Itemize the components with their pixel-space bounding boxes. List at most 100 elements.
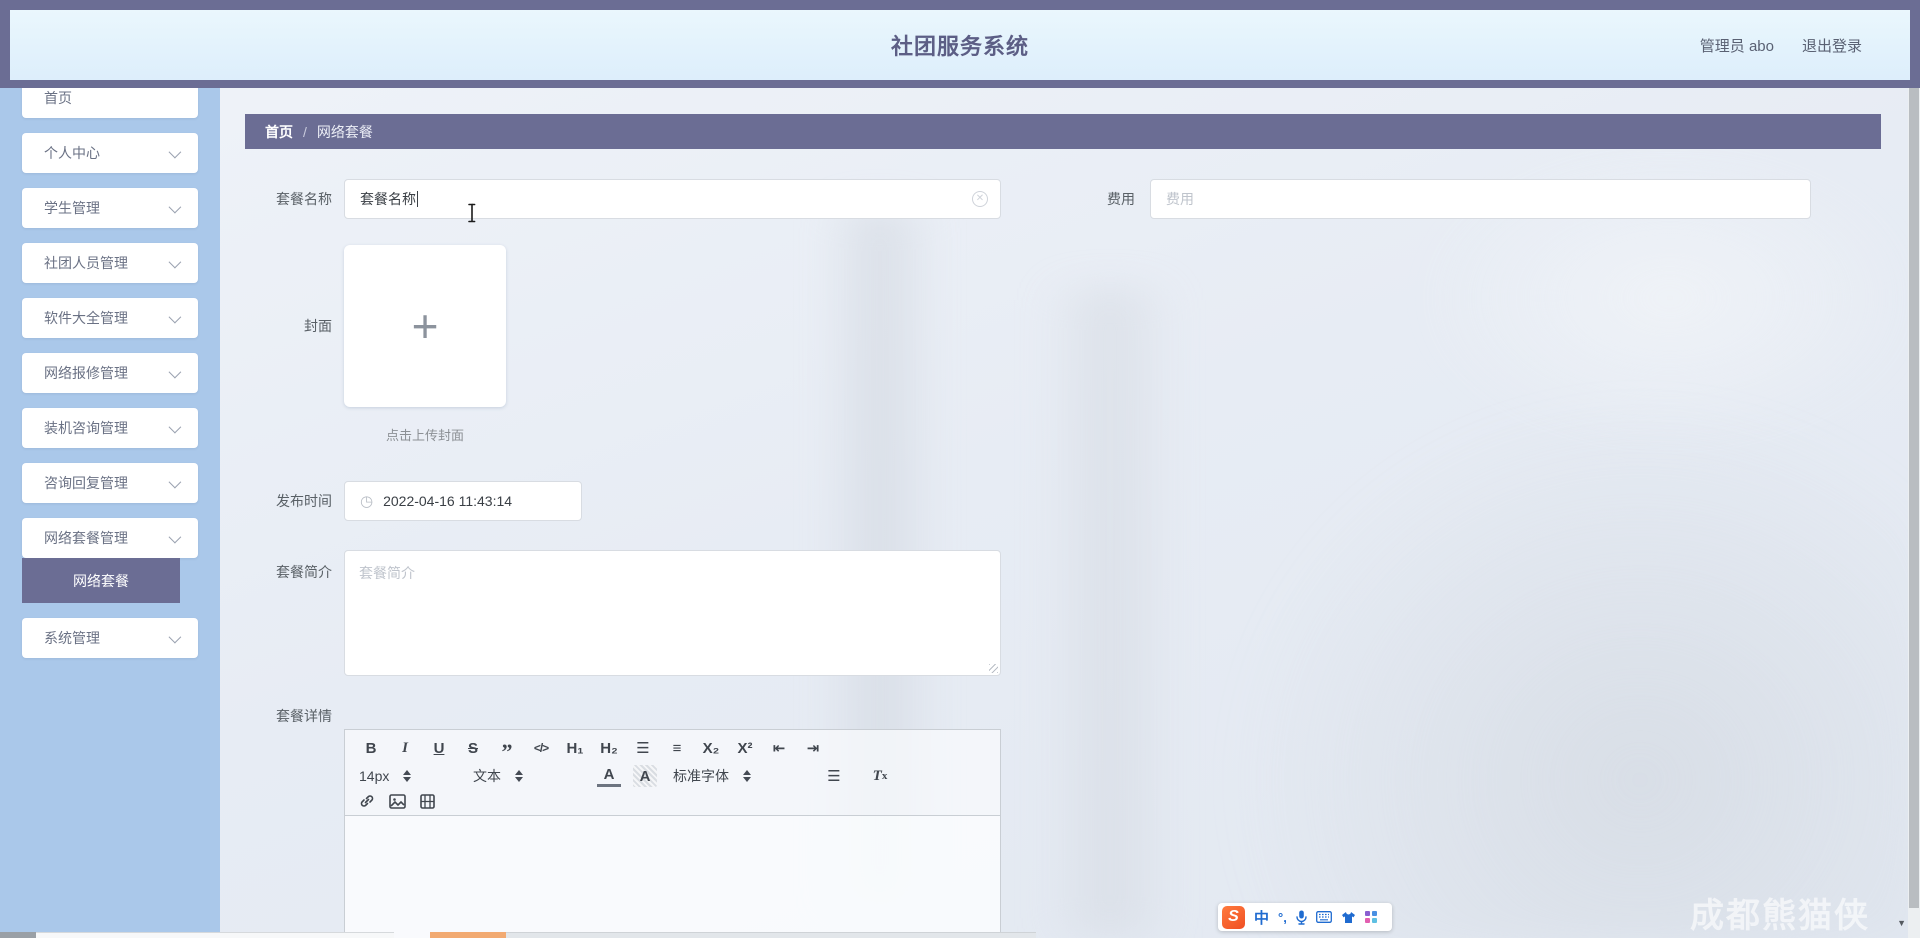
ordered-list-button[interactable]: ☰ xyxy=(631,737,655,759)
skin-icon[interactable] xyxy=(1341,911,1356,924)
ime-lang-icon[interactable]: 中 xyxy=(1254,907,1269,928)
sidebar-item-system-mgmt[interactable]: 系统管理 xyxy=(22,618,198,658)
clear-format-t: T xyxy=(872,767,882,784)
clear-format-x: x xyxy=(881,770,888,782)
textarea-resize-handle[interactable] xyxy=(989,664,998,673)
sidebar-item-club-staff-mgmt[interactable]: 社团人员管理 xyxy=(22,243,198,283)
detail-label: 套餐详情 xyxy=(276,708,332,724)
scroll-down-arrow-icon[interactable]: ▼ xyxy=(1897,918,1906,928)
strikethrough-button[interactable]: S xyxy=(461,737,485,759)
bullet-list-button[interactable]: ≡ xyxy=(665,737,689,759)
ime-toolbar[interactable]: S 中 °, xyxy=(1218,903,1392,931)
breadcrumb-separator: / xyxy=(303,123,307,140)
text-color-button[interactable]: A xyxy=(597,765,621,787)
cover-upload-box[interactable]: + xyxy=(344,245,506,407)
align-button[interactable]: ☰ xyxy=(822,765,846,787)
publish-time-field[interactable]: ◷ 2022-04-16 11:43:14 xyxy=(344,481,582,521)
sidebar-item-personal-center[interactable]: 个人中心 xyxy=(22,133,198,173)
code-button[interactable]: </> xyxy=(529,737,553,759)
publish-time-value: 2022-04-16 11:43:14 xyxy=(383,493,513,509)
intro-textarea[interactable] xyxy=(359,553,986,673)
font-family-value: 标准字体 xyxy=(673,768,729,784)
sidebar-item-label: 社团人员管理 xyxy=(44,255,128,271)
indent-button[interactable]: ⇥ xyxy=(801,737,825,759)
editor-toolbar-row2: 14px 文本 A A 标准字体 ☰ Tx xyxy=(359,765,988,787)
sidebar-item-label: 装机咨询管理 xyxy=(44,420,128,436)
select-arrows-icon xyxy=(403,770,412,782)
header: 社团服务系统 管理员 abo 退出登录 xyxy=(10,10,1910,80)
blockquote-button[interactable]: ” xyxy=(495,737,519,763)
sidebar-item-consult-reply-mgmt[interactable]: 咨询回复管理 xyxy=(22,463,198,503)
package-name-value: 套餐名称 xyxy=(360,191,416,207)
text-caret xyxy=(417,191,418,207)
sidebar-item-network-package-mgmt[interactable]: 网络套餐管理 xyxy=(22,518,198,558)
fee-label: 费用 xyxy=(1107,191,1135,207)
bottom-strip-segment xyxy=(430,932,506,938)
font-size-select[interactable]: 14px xyxy=(359,768,459,784)
clock-icon: ◷ xyxy=(360,493,374,510)
sidebar-item-software-mgmt[interactable]: 软件大全管理 xyxy=(22,298,198,338)
logout-button[interactable]: 退出登录 xyxy=(1802,35,1862,56)
sidebar-item-install-consult-mgmt[interactable]: 装机咨询管理 xyxy=(22,408,198,448)
image-icon[interactable] xyxy=(389,793,406,809)
sidebar: 首页 个人中心 学生管理 社团人员管理 软件大全管理 网络报修管理 装机咨询管理… xyxy=(0,88,220,938)
header-right: 管理员 abo 退出登录 xyxy=(1700,35,1862,56)
bold-button[interactable]: B xyxy=(359,737,383,759)
subscript-button[interactable]: X₂ xyxy=(699,737,723,759)
package-name-label: 套餐名称 xyxy=(276,191,332,207)
underline-button[interactable]: U xyxy=(427,737,451,759)
breadcrumb-current: 网络套餐 xyxy=(316,123,373,140)
intro-textarea-wrap xyxy=(344,550,1001,676)
scrollbar-thumb[interactable] xyxy=(1909,88,1919,908)
publish-time-label: 发布时间 xyxy=(276,493,332,509)
heading1-button[interactable]: H₁ xyxy=(563,737,587,759)
font-family-select[interactable]: 标准字体 xyxy=(673,766,808,786)
font-size-value: 14px xyxy=(359,768,390,784)
sidebar-subitem-label: 网络套餐 xyxy=(73,572,129,589)
breadcrumb-home-link[interactable]: 首页 xyxy=(265,122,293,142)
sidebar-item-label: 网络报修管理 xyxy=(44,365,128,381)
sogou-logo-icon[interactable]: S xyxy=(1222,905,1245,929)
chevron-down-icon xyxy=(168,630,182,643)
sidebar-item-student-mgmt[interactable]: 学生管理 xyxy=(22,188,198,228)
vertical-scrollbar[interactable] xyxy=(1908,88,1920,938)
sidebar-item-label: 软件大全管理 xyxy=(44,310,128,326)
select-arrows-icon xyxy=(515,770,523,782)
grid-icon[interactable] xyxy=(1364,911,1377,923)
editor-content-area[interactable] xyxy=(345,816,1000,938)
superscript-button[interactable]: X² xyxy=(733,737,757,759)
clear-format-button[interactable]: Tx xyxy=(868,765,892,787)
sidebar-item-label: 个人中心 xyxy=(44,145,100,161)
fee-input[interactable] xyxy=(1166,191,1795,207)
video-icon[interactable] xyxy=(420,793,435,809)
package-name-field-wrap: 套餐名称 ✕ xyxy=(344,179,1001,219)
sidebar-item-home[interactable]: 首页 xyxy=(22,88,198,118)
ime-punct-icon[interactable]: °, xyxy=(1278,910,1287,925)
italic-button[interactable]: I xyxy=(393,737,417,759)
plus-icon: + xyxy=(411,300,439,352)
sidebar-item-network-repair-mgmt[interactable]: 网络报修管理 xyxy=(22,353,198,393)
sidebar-item-label: 学生管理 xyxy=(44,200,100,216)
mic-icon[interactable] xyxy=(1296,910,1307,925)
highlight-color-button[interactable]: A xyxy=(633,765,657,787)
admin-user-label[interactable]: 管理员 abo xyxy=(1700,35,1774,56)
bottom-strip-segment xyxy=(506,932,1036,938)
outdent-button[interactable]: ⇤ xyxy=(767,737,791,759)
chevron-down-icon xyxy=(168,310,182,323)
intro-label: 套餐简介 xyxy=(276,564,332,580)
breadcrumb: 首页 / 网络套餐 xyxy=(245,114,1881,149)
keyboard-icon[interactable] xyxy=(1315,911,1332,923)
sidebar-subitem-network-package-active[interactable]: 网络套餐 xyxy=(22,558,180,603)
background-blur xyxy=(1220,388,1920,938)
bottom-strip-segment xyxy=(36,932,394,938)
bottom-edge-strip xyxy=(0,932,1920,938)
sidebar-item-label: 咨询回复管理 xyxy=(44,475,128,491)
heading2-button[interactable]: H₂ xyxy=(597,737,621,759)
format-select[interactable]: 文本 xyxy=(473,766,583,786)
link-icon[interactable] xyxy=(359,793,375,809)
fee-field-wrap xyxy=(1150,179,1811,219)
clear-input-icon[interactable]: ✕ xyxy=(972,191,988,207)
editor-toolbar-row1: B I U S ” </> H₁ H₂ ☰ ≡ X₂ X² ⇤ ⇥ xyxy=(359,737,988,763)
page-root: 社团服务系统 管理员 abo 退出登录 首页 个人中心 学生管理 社团人员管理 … xyxy=(0,0,1920,938)
format-value: 文本 xyxy=(473,768,501,784)
